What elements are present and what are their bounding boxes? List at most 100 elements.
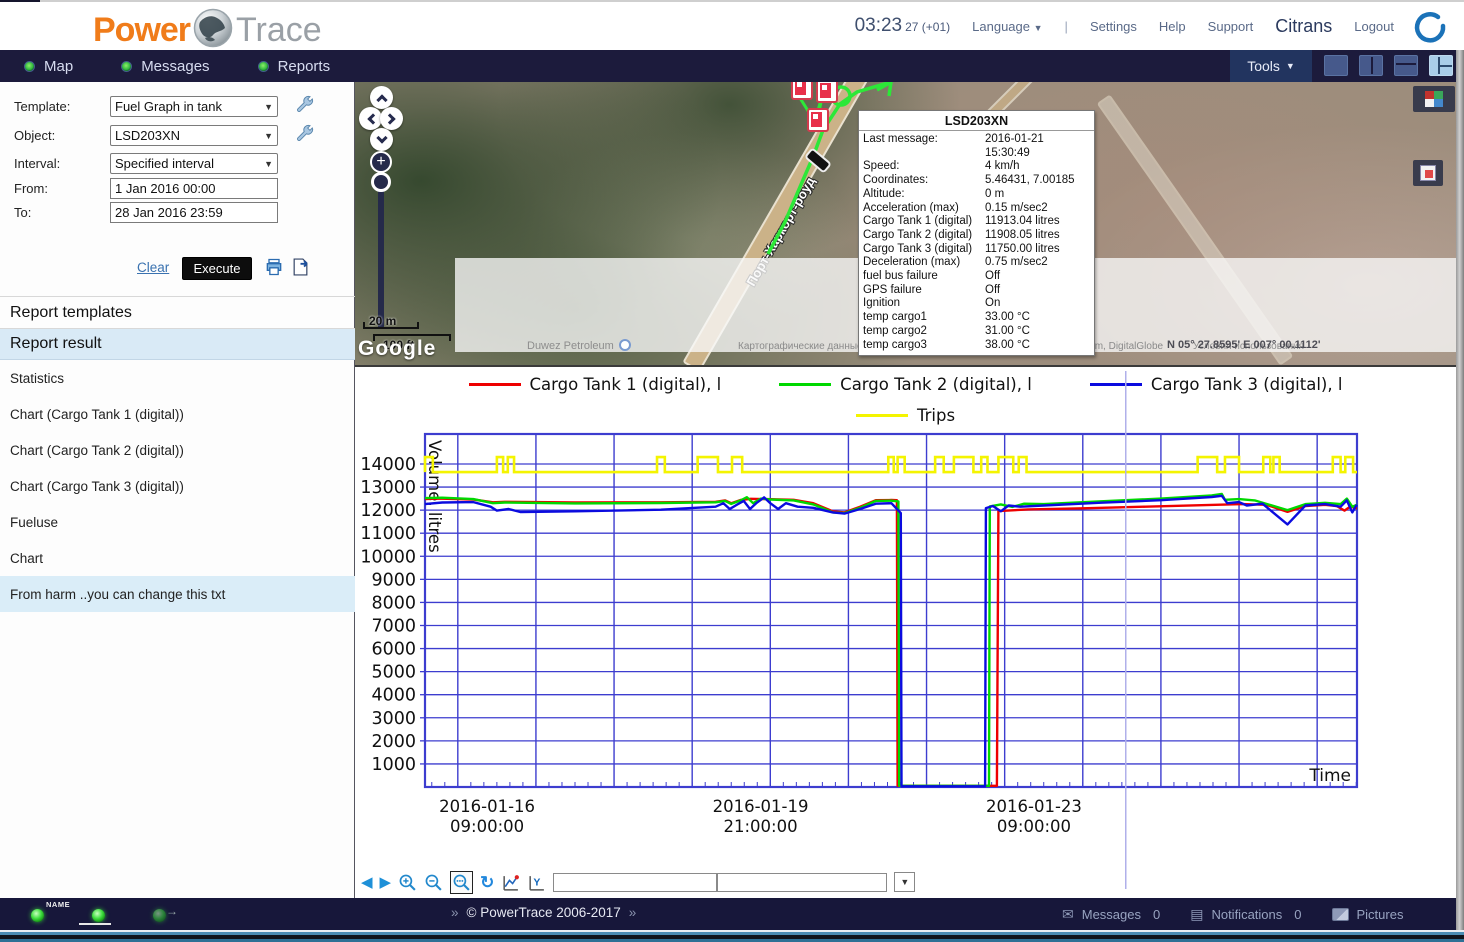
svg-text:8000: 8000: [371, 593, 416, 613]
layout-hsplit-icon[interactable]: [1394, 55, 1418, 76]
brand-swoosh-icon: [1412, 10, 1446, 49]
radio-dot-icon: [258, 61, 269, 72]
tooltip-row-value: 2016-01-21 15:30:49: [985, 133, 1090, 160]
footer-copyright: »© PowerTrace 2006-2017»: [443, 905, 644, 920]
fuel-station-marker[interactable]: [816, 82, 838, 103]
marker-icon: [1420, 165, 1436, 181]
nav-item-map[interactable]: Map: [0, 50, 97, 82]
fuel-station-marker[interactable]: [807, 108, 829, 132]
nav-item-label: Map: [44, 58, 73, 75]
report-result-list: StatisticsChart (Cargo Tank 1 (digital))…: [0, 360, 355, 612]
clear-link[interactable]: Clear: [137, 260, 169, 275]
list-item[interactable]: From harm ..you can change this txt: [0, 576, 355, 612]
chart-y-axis-icon[interactable]: Y: [527, 873, 546, 892]
chevron-icon[interactable]: »: [451, 905, 459, 920]
svg-text:2000: 2000: [371, 732, 416, 752]
status-led-3[interactable]: [153, 909, 166, 922]
section-report-templates[interactable]: Report templates: [0, 296, 355, 328]
from-date-input[interactable]: [110, 178, 278, 199]
legend-line-swatch: [856, 414, 908, 418]
status-led-2[interactable]: [92, 909, 105, 922]
help-link[interactable]: Help: [1159, 19, 1186, 34]
map-zoom-slider[interactable]: [371, 172, 391, 192]
map-zoom-in-button[interactable]: +: [370, 151, 392, 173]
chart-refresh-icon[interactable]: ↻: [480, 874, 494, 891]
nav-items: Map Messages Reports: [0, 50, 354, 82]
execute-button[interactable]: Execute: [182, 257, 252, 280]
chart-search-input[interactable]: [553, 873, 717, 892]
chart-next-button[interactable]: ▶: [380, 875, 392, 890]
poi-label: Duwez Petroleum: [527, 340, 614, 352]
export-report-icon[interactable]: [291, 257, 310, 282]
map-marker-button[interactable]: [1413, 160, 1443, 186]
template-wrench-icon[interactable]: [296, 95, 314, 118]
pan-left-button[interactable]: [359, 107, 382, 130]
tooltip-row: IgnitionOn: [863, 297, 1090, 311]
chart-series-dropdown[interactable]: ▼: [894, 872, 915, 892]
tooltip-row-value: 5.46431, 7.00185: [985, 174, 1090, 188]
list-item[interactable]: Chart (Cargo Tank 1 (digital)): [0, 396, 355, 432]
legend-item: Cargo Tank 3 (digital), l: [1090, 375, 1343, 394]
print-icon[interactable]: [264, 257, 284, 282]
chart-filter-input[interactable]: [717, 873, 887, 892]
section-report-result[interactable]: Report result: [0, 328, 355, 360]
tooltip-row-label: Speed:: [863, 160, 985, 174]
main-nav: Map Messages Reports Tools▼: [0, 50, 1464, 82]
language-menu[interactable]: Language ▼: [972, 19, 1042, 34]
nav-item-messages[interactable]: Messages: [97, 50, 233, 82]
list-item[interactable]: Statistics: [0, 360, 355, 396]
fuel-station-marker[interactable]: [791, 82, 813, 100]
pan-down-button[interactable]: [370, 128, 393, 151]
logo-power-text: Power: [93, 11, 190, 50]
poi-marker-icon: [619, 339, 631, 351]
tooltip-row: temp cargo133.00 °C: [863, 311, 1090, 325]
nav-item-reports[interactable]: Reports: [234, 50, 355, 82]
notifications-status[interactable]: ▤ Notifications0: [1190, 906, 1301, 923]
nav-item-label: Reports: [278, 58, 331, 75]
pan-up-button[interactable]: [370, 86, 393, 109]
settings-link[interactable]: Settings: [1090, 19, 1137, 34]
tools-menu[interactable]: Tools▼: [1230, 50, 1312, 82]
pan-right-button[interactable]: [380, 107, 403, 130]
radio-dot-icon: [121, 61, 132, 72]
chevron-icon[interactable]: »: [629, 905, 637, 920]
globe-icon: [193, 8, 233, 53]
chart-zoom-in-icon[interactable]: [398, 873, 417, 892]
clock: 03:2327 (+01): [855, 15, 951, 37]
chart-legend-row2: Trips: [355, 406, 1456, 425]
cursor-coordinates: N 05° 27.8595' E 007° 00.1112': [1167, 339, 1321, 351]
chevron-down-icon: ▼: [264, 131, 273, 141]
template-select[interactable]: Fuel Graph in tank▼: [110, 96, 278, 117]
map-panel[interactable]: Порт-Харкорт-роуд + 20 m 100 ft Google D…: [355, 82, 1456, 365]
interval-select[interactable]: Specified interval▼: [110, 153, 278, 174]
list-item[interactable]: Chart (Cargo Tank 2 (digital)): [0, 432, 355, 468]
tooltip-row-label: Deceleration (max): [863, 256, 985, 270]
envelope-icon: ✉: [1062, 906, 1074, 923]
tooltip-row-value: 0 m: [985, 188, 1090, 202]
to-date-input[interactable]: [110, 202, 278, 223]
support-link[interactable]: Support: [1208, 19, 1254, 34]
map-zoom-track[interactable]: [378, 182, 384, 327]
status-led-1[interactable]: [31, 909, 44, 922]
pictures-status[interactable]: Pictures: [1332, 907, 1404, 922]
list-item[interactable]: Chart: [0, 540, 355, 576]
logout-link[interactable]: Logout: [1354, 19, 1394, 34]
account-name[interactable]: Citrans: [1275, 16, 1332, 37]
svg-text:6000: 6000: [371, 640, 416, 660]
layout-single-icon[interactable]: [1324, 55, 1348, 76]
messages-status[interactable]: ✉ Messages0: [1062, 906, 1160, 923]
map-layers-button[interactable]: [1413, 86, 1455, 112]
list-item[interactable]: Fueluse: [0, 504, 355, 540]
chart-zoom-select-icon[interactable]: [450, 871, 473, 894]
chart-line-mode-icon[interactable]: [501, 873, 520, 892]
list-item[interactable]: Chart (Cargo Tank 3 (digital)): [0, 468, 355, 504]
layout-mixed-icon[interactable]: [1429, 55, 1453, 76]
chart-legend-row1: Cargo Tank 1 (digital), lCargo Tank 2 (d…: [355, 375, 1456, 394]
chart-prev-button[interactable]: ◀: [361, 875, 373, 890]
object-wrench-icon[interactable]: [296, 124, 314, 147]
legend-label: Cargo Tank 3 (digital), l: [1151, 375, 1343, 394]
layout-vsplit-icon[interactable]: [1359, 55, 1383, 76]
chart-zoom-out-icon[interactable]: [424, 873, 443, 892]
object-select[interactable]: LSD203XN▼: [110, 125, 278, 146]
window-right-border: [1456, 50, 1464, 930]
